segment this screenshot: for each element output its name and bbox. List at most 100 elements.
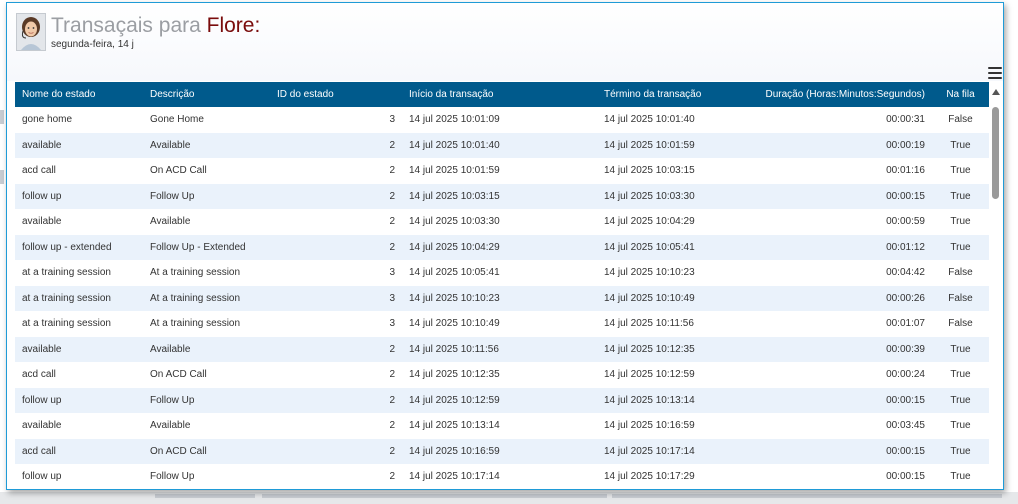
cell-end-time: 14 jul 2025 10:01:59: [604, 139, 695, 151]
cell-duration: 00:00:15: [886, 190, 925, 202]
cell-duration: 00:00:15: [886, 471, 925, 483]
cell-end-time: 14 jul 2025 10:10:49: [604, 292, 695, 304]
cell-state-name: at a training session: [22, 267, 111, 279]
cell-start-time: 14 jul 2025 10:01:40: [409, 139, 500, 151]
table-row[interactable]: available Available 2 14 jul 2025 10:01:40 1…: [15, 132, 989, 158]
cell-state-name: available: [22, 139, 62, 151]
cell-state-id: 2: [389, 139, 395, 151]
cell-state-name: available: [22, 343, 62, 355]
scroll-thumb[interactable]: [992, 107, 999, 199]
vertical-scrollbar[interactable]: [989, 89, 1003, 489]
cell-state-id: 3: [389, 318, 395, 330]
cell-end-time: 14 jul 2025 10:16:59: [604, 420, 695, 432]
cell-state-name: follow up - extended: [22, 241, 112, 253]
cell-start-time: 14 jul 2025 10:13:14: [409, 420, 500, 432]
table-row[interactable]: at a training session At a training sessi…: [15, 260, 989, 286]
table-header-row: Nome do estado Descrição ID do estado In…: [15, 82, 989, 107]
column-header-state-id[interactable]: ID do estado: [270, 82, 402, 107]
table-row[interactable]: gone home Gone Home 3 14 jul 2025 10:01:09 1…: [15, 107, 989, 133]
column-header-description[interactable]: Descrição: [143, 82, 270, 107]
cell-state-id: 2: [389, 420, 395, 432]
cell-end-time: 14 jul 2025 10:01:40: [604, 114, 695, 126]
agent-avatar: [16, 13, 46, 51]
cell-in-queue: True: [950, 369, 971, 381]
cell-description: Follow Up: [150, 394, 195, 406]
cell-state-id: 3: [389, 114, 395, 126]
column-header-start[interactable]: Início da transação: [402, 82, 597, 107]
table-row[interactable]: acd call On ACD Call 2 14 jul 2025 10:16:59…: [15, 438, 989, 464]
table-row[interactable]: at a training session At a training sessi…: [15, 311, 989, 337]
background-segment: [262, 494, 607, 498]
cell-state-id: 3: [389, 292, 395, 304]
cell-state-id: 2: [389, 369, 395, 381]
cell-duration: 00:00:15: [886, 445, 925, 457]
background-segment: [155, 494, 255, 498]
title-bar: Transaçais para Flore: segunda-feira, 14…: [7, 3, 1003, 81]
transactions-grid: Nome do estado Descrição ID do estado In…: [15, 82, 989, 489]
date-subtitle: segunda-feira, 14 j: [51, 39, 134, 50]
cell-in-queue: False: [948, 292, 973, 304]
table-row[interactable]: available Available 2 14 jul 2025 10:11:56 1…: [15, 336, 989, 362]
cell-end-time: 14 jul 2025 10:17:14: [604, 445, 695, 457]
table-body: gone home Gone Home 3 14 jul 2025 10:01:09 1…: [15, 107, 989, 489]
cell-in-queue: True: [950, 420, 971, 432]
table-row[interactable]: follow up Follow Up 2 14 jul 2025 10:17:14 1…: [15, 464, 989, 489]
column-header-duration[interactable]: Duração (Horas:Minutos:Segundos): [727, 82, 932, 107]
cell-state-name: gone home: [22, 114, 73, 126]
cell-end-time: 14 jul 2025 10:13:14: [604, 394, 695, 406]
cell-state-id: 2: [389, 190, 395, 202]
cell-description: At a training session: [150, 292, 241, 304]
cell-in-queue: True: [950, 241, 971, 253]
column-header-state-name[interactable]: Nome do estado: [15, 82, 143, 107]
cell-description: At a training session: [150, 318, 241, 330]
cell-state-name: available: [22, 420, 62, 432]
cell-state-name: at a training session: [22, 292, 111, 304]
cell-state-id: 2: [389, 471, 395, 483]
cell-start-time: 14 jul 2025 10:01:09: [409, 114, 500, 126]
table-row[interactable]: acd call On ACD Call 2 14 jul 2025 10:01:59…: [15, 158, 989, 184]
agent-avatar-image: [17, 14, 45, 50]
cell-state-id: 3: [389, 267, 395, 279]
cell-state-id: 2: [389, 343, 395, 355]
cell-in-queue: False: [948, 267, 973, 279]
cell-duration: 00:00:19: [886, 139, 925, 151]
column-header-end[interactable]: Término da transação: [597, 82, 727, 107]
table-row[interactable]: acd call On ACD Call 2 14 jul 2025 10:12:35…: [15, 362, 989, 388]
cell-start-time: 14 jul 2025 10:04:29: [409, 241, 500, 253]
cell-state-name: available: [22, 216, 62, 228]
table-row[interactable]: available Available 2 14 jul 2025 10:03:30 1…: [15, 209, 989, 235]
cell-description: Available: [150, 420, 191, 432]
cell-in-queue: True: [950, 445, 971, 457]
cell-state-id: 2: [389, 241, 395, 253]
table-row[interactable]: follow up Follow Up 2 14 jul 2025 10:03:15 1…: [15, 183, 989, 209]
cell-duration: 00:00:26: [886, 292, 925, 304]
hamburger-menu-icon[interactable]: [988, 67, 1002, 79]
cell-start-time: 14 jul 2025 10:12:35: [409, 369, 500, 381]
table-row[interactable]: follow up Follow Up 2 14 jul 2025 10:12:59 1…: [15, 387, 989, 413]
cell-description: Available: [150, 139, 191, 151]
table-row[interactable]: available Available 2 14 jul 2025 10:13:14 1…: [15, 413, 989, 439]
cell-start-time: 14 jul 2025 10:11:56: [409, 343, 499, 355]
cell-duration: 00:00:24: [886, 369, 925, 381]
cell-description: On ACD Call: [150, 445, 207, 457]
cell-in-queue: True: [950, 165, 971, 177]
cell-in-queue: True: [950, 190, 971, 202]
cell-in-queue: True: [950, 394, 971, 406]
cell-description: Available: [150, 343, 191, 355]
cell-duration: 00:01:12: [886, 241, 925, 253]
window-title: Transaçais para Flore:: [51, 13, 261, 39]
column-header-in-queue[interactable]: Na fila: [932, 82, 989, 107]
cell-start-time: 14 jul 2025 10:17:14: [409, 471, 500, 483]
cell-state-name: follow up: [22, 394, 62, 406]
background-segment: [612, 494, 1002, 498]
cell-state-id: 2: [389, 216, 395, 228]
cell-end-time: 14 jul 2025 10:04:29: [604, 216, 695, 228]
cell-start-time: 14 jul 2025 10:03:15: [409, 190, 500, 202]
table-row[interactable]: follow up - extended Follow Up - Extended…: [15, 234, 989, 260]
cell-in-queue: True: [950, 139, 971, 151]
table-row[interactable]: at a training session At a training sessi…: [15, 285, 989, 311]
cell-duration: 00:00:31: [886, 114, 925, 126]
cell-state-name: acd call: [22, 165, 56, 177]
cell-in-queue: False: [948, 114, 973, 126]
scroll-up-arrow-icon[interactable]: [992, 89, 1000, 95]
